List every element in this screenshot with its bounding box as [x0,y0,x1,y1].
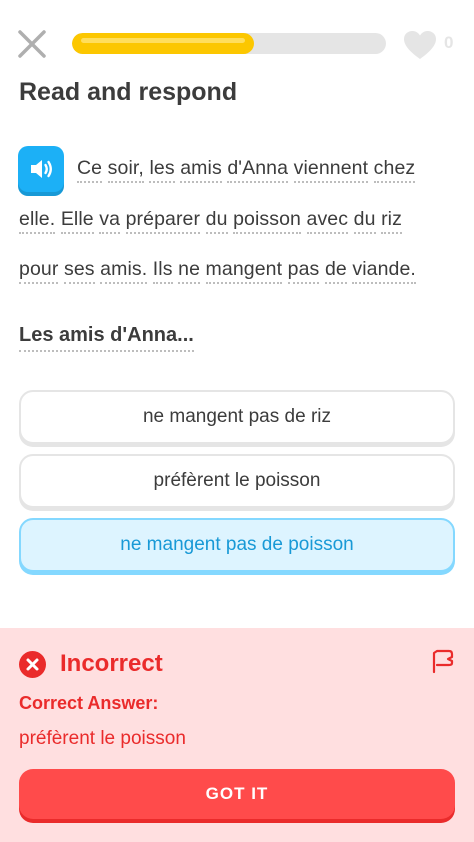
heart-icon [404,31,436,59]
passage-word[interactable]: du [353,208,376,234]
passage-word[interactable]: viande. [352,258,416,284]
passage-line-2: elle. Elle va préparer du poisson avec d… [19,208,402,234]
passage-word[interactable]: va [99,208,121,234]
page-title: Read and respond [19,78,238,106]
feedback-title: Incorrect [60,650,163,677]
option-1[interactable]: ne mangent pas de riz [19,390,455,444]
correct-answer-text: préfèrent le poisson [19,728,186,749]
question-prompt[interactable]: Les amis d'Anna... [19,324,194,352]
passage-word[interactable]: les [149,157,175,183]
passage-word[interactable]: du [205,208,228,234]
passage-word[interactable]: Ce [77,157,103,183]
feedback-panel: Incorrect Correct Answer: préfèrent le p… [0,628,474,842]
passage-word[interactable]: Ils [152,258,173,284]
hearts-count: 0 [444,33,454,52]
progress-fill [72,33,255,54]
progress-shine [81,38,246,43]
passage-word[interactable]: préparer [125,208,201,234]
passage-word[interactable]: ne [178,258,201,284]
passage-word[interactable]: pour [19,258,59,284]
play-audio-button[interactable] [18,146,64,192]
x-circle-icon [19,651,46,678]
passage-word[interactable]: Elle [60,208,94,234]
passage-word[interactable]: avec [306,208,349,234]
correct-answer-label: Correct Answer: [19,693,159,713]
report-flag-button[interactable] [429,648,455,674]
passage-word[interactable]: soir, [107,157,144,183]
passage-word[interactable]: d'Anna [227,157,289,183]
close-icon [18,30,46,58]
top-bar: 0 [0,0,474,88]
passage-word[interactable]: mangent [205,258,283,284]
passage-word[interactable]: riz [381,208,402,234]
passage-word[interactable]: poisson [233,208,301,234]
passage-word[interactable]: amis [180,157,222,183]
got-it-button[interactable]: GOT IT [19,769,455,819]
passage-word[interactable]: viennent [293,157,369,183]
option-3[interactable]: ne mangent pas de poisson [19,518,455,572]
progress-bar [72,33,386,54]
passage-line-3: pour ses amis. Ils ne mangent pas de via… [19,258,416,284]
passage-word[interactable]: ses [63,258,95,284]
passage-word[interactable]: chez [373,157,416,183]
passage-word[interactable]: elle. [19,208,56,234]
passage-word[interactable]: pas [287,258,320,284]
close-button[interactable] [14,26,50,62]
flag-icon [432,649,454,674]
option-2[interactable]: préfèrent le poisson [19,454,455,508]
speaker-icon [31,160,52,178]
passage-word[interactable]: amis. [100,258,148,284]
passage-line-1: Ce soir, les amis d'Anna viennent chez [77,157,416,183]
passage-word[interactable]: de [324,258,347,284]
